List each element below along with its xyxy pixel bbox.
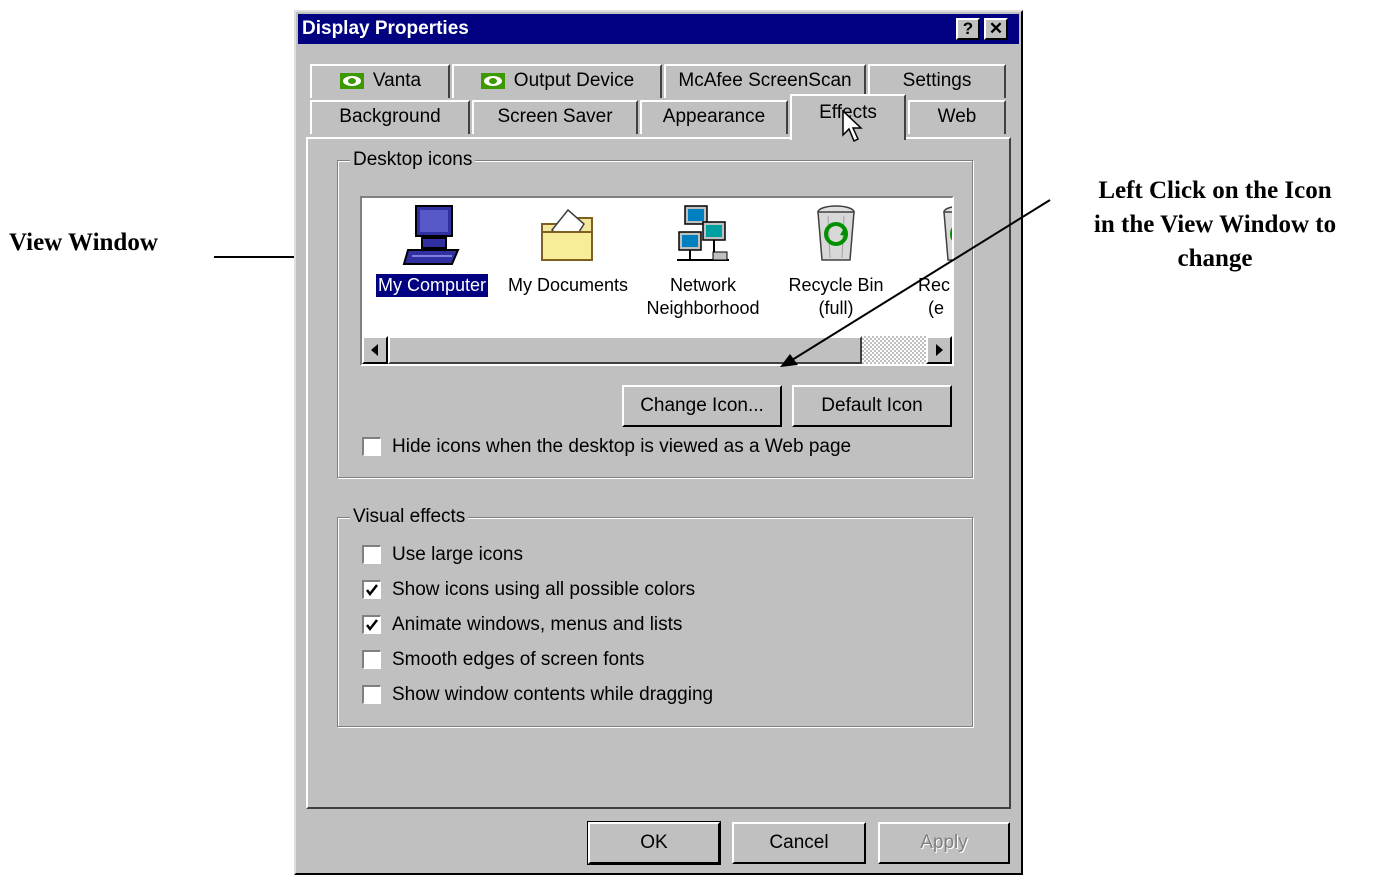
cancel-label: Cancel xyxy=(769,832,829,853)
tab-label: Vanta xyxy=(372,70,422,91)
instruction-arrow xyxy=(780,199,1051,367)
tab-label: Screen Saver xyxy=(497,106,613,127)
option-label: Animate windows, menus and lists xyxy=(392,614,683,635)
icon-network-neighborhood[interactable]: Network Neighborhood xyxy=(638,202,768,320)
scroll-left-button[interactable] xyxy=(362,336,388,364)
apply-button[interactable]: Apply xyxy=(878,822,1010,864)
help-button[interactable]: ? xyxy=(956,18,980,40)
window-title: Display Properties xyxy=(302,18,469,39)
checkbox[interactable] xyxy=(362,545,381,564)
visual-effects-group: Visual effects Use large icons Show icon… xyxy=(337,505,973,727)
instruction-line-3: change xyxy=(1177,245,1253,272)
cancel-button[interactable]: Cancel xyxy=(732,822,866,864)
instruction-line-2: in the View Window to xyxy=(1093,211,1337,238)
icon-label-line-2: Neighborhood xyxy=(646,298,760,318)
tab-settings[interactable]: Settings xyxy=(868,64,1006,98)
display-properties-dialog: Display Properties ? ✕ Vanta Output Devi… xyxy=(294,10,1023,875)
tab-label: Settings xyxy=(902,70,972,91)
instruction-line-1: Left Click on the Icon xyxy=(1098,177,1332,204)
instruction-callout: Left Click on the Icon in the View Windo… xyxy=(1050,174,1380,276)
nvidia-icon xyxy=(480,71,508,91)
icon-label: My Documents xyxy=(507,275,629,295)
checkmark-icon xyxy=(366,619,378,632)
arrow-left-icon xyxy=(371,344,378,356)
option-label: Smooth edges of screen fonts xyxy=(392,649,645,670)
network-neighborhood-icon xyxy=(677,205,729,261)
change-icon-button[interactable]: Change Icon... xyxy=(622,385,782,427)
title-bar[interactable]: Display Properties ? ✕ xyxy=(298,14,1019,44)
option-label: Show icons using all possible colors xyxy=(392,579,696,600)
change-icon-label: Change Icon... xyxy=(640,395,764,416)
checkbox[interactable] xyxy=(362,580,381,599)
visual-effects-legend: Visual effects xyxy=(350,505,469,529)
tab-label: McAfee ScreenScan xyxy=(678,70,852,91)
default-icon-label: Default Icon xyxy=(821,395,923,416)
desktop-icons-legend: Desktop icons xyxy=(350,148,476,172)
hide-icons-checkbox[interactable] xyxy=(362,437,381,456)
icon-my-computer[interactable]: My Computer xyxy=(368,202,496,297)
checkmark-icon xyxy=(366,584,378,597)
ok-button[interactable]: OK xyxy=(587,821,721,865)
icon-label: My Computer xyxy=(375,274,489,297)
tab-appearance[interactable]: Appearance xyxy=(640,100,788,134)
tab-label: Web xyxy=(937,106,977,127)
view-window-callout: View Window xyxy=(9,229,158,256)
tab-web[interactable]: Web xyxy=(908,100,1006,134)
checkbox[interactable] xyxy=(362,615,381,634)
nvidia-icon xyxy=(339,71,367,91)
ok-label: OK xyxy=(640,832,668,853)
apply-label: Apply xyxy=(920,832,968,853)
tab-background[interactable]: Background xyxy=(310,100,470,134)
mouse-cursor-icon xyxy=(842,110,863,143)
default-icon-button[interactable]: Default Icon xyxy=(792,385,952,427)
icon-my-documents[interactable]: My Documents xyxy=(498,202,638,297)
hide-icons-label: Hide icons when the desktop is viewed as… xyxy=(392,436,852,457)
folder-icon xyxy=(541,208,593,261)
option-label: Use large icons xyxy=(392,544,523,565)
tab-output-device[interactable]: Output Device xyxy=(452,64,662,98)
tab-label: Background xyxy=(339,106,441,127)
option-label: Show window contents while dragging xyxy=(392,684,714,705)
tab-vanta[interactable]: Vanta xyxy=(310,64,450,98)
tab-label: Appearance xyxy=(662,106,766,127)
checkbox[interactable] xyxy=(362,650,381,669)
my-computer-icon xyxy=(402,205,460,265)
checkbox[interactable] xyxy=(362,685,381,704)
tab-mcafee-screenscan[interactable]: McAfee ScreenScan xyxy=(664,64,866,98)
icon-label-line-1: Network xyxy=(669,275,736,295)
tab-screen-saver[interactable]: Screen Saver xyxy=(472,100,638,134)
tab-label: Output Device xyxy=(513,70,635,91)
close-button[interactable]: ✕ xyxy=(984,18,1008,40)
